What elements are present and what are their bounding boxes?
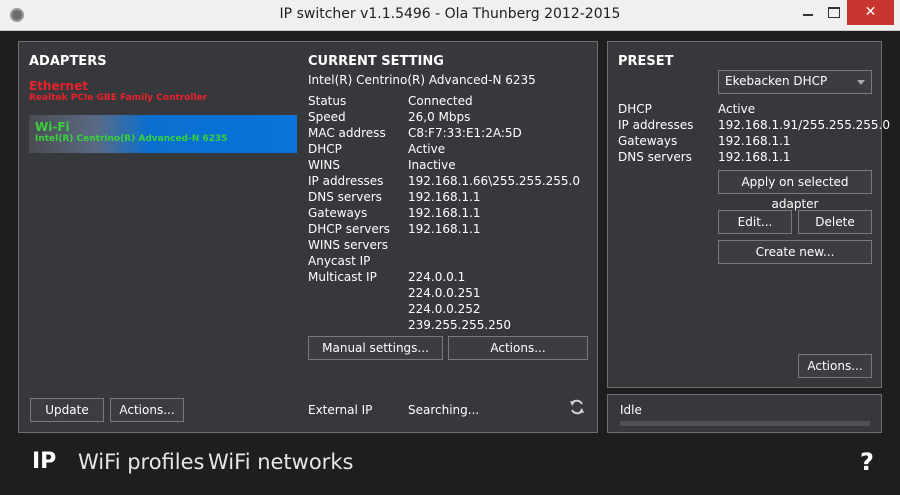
adapter-description: Realtek PCIe GBE Family Controller (29, 93, 208, 103)
chevron-down-icon (857, 80, 865, 85)
adapter-name: Ethernet (29, 79, 88, 93)
create-preset-button[interactable]: Create new... (718, 240, 872, 264)
help-icon[interactable]: ? (860, 448, 874, 476)
external-ip-label: External IP (308, 403, 373, 417)
preset-select-value: Ekebacken DHCP (725, 74, 828, 88)
refresh-icon[interactable] (568, 398, 586, 416)
setting-row: Multicast IP 224.0.0.1 (308, 269, 580, 285)
setting-key: Status (308, 94, 347, 108)
setting-key (308, 301, 408, 317)
setting-row: Gateways 192.168.1.1 (618, 133, 890, 149)
setting-value: 26,0 Mbps (408, 110, 471, 124)
setting-row: DHCP Active (618, 101, 890, 117)
setting-row: Status Connected (308, 93, 580, 109)
setting-value: 192.168.1.1 (718, 134, 791, 148)
setting-key: DNS servers (618, 150, 692, 164)
setting-key (308, 285, 408, 301)
setting-row: IP addresses 192.168.1.91/255.255.255.0 (618, 117, 890, 133)
setting-key: Anycast IP (308, 254, 371, 268)
status-progress-bar (620, 421, 870, 426)
setting-value: 192.168.1.91/255.255.255.0 (718, 118, 890, 132)
current-adapter-name: Intel(R) Centrino(R) Advanced-N 6235 (308, 73, 536, 87)
apply-preset-button[interactable]: Apply on selected adapter (718, 170, 872, 211)
close-button[interactable]: ✕ (847, 0, 894, 25)
setting-value: C8:F7:33:E1:2A:5D (408, 126, 522, 140)
setting-key: Gateways (618, 134, 678, 148)
title-bar: IP switcher v1.1.5496 - Ola Thunberg 201… (0, 0, 900, 31)
setting-key: Multicast IP (308, 270, 377, 284)
preset-panel: PRESET Ekebacken DHCP DHCP Active IP addre… (607, 41, 890, 388)
setting-key: DHCP servers (308, 222, 390, 236)
setting-value: 192.168.1.1 (718, 150, 791, 164)
setting-row: IP addresses 192.168.1.66\255.255.255.0 (308, 173, 580, 189)
manual-settings-button[interactable]: Manual settings... (308, 336, 443, 360)
setting-row: DNS servers 192.168.1.1 (308, 189, 580, 205)
preset-heading: PRESET (618, 54, 674, 69)
setting-value: Inactive (408, 158, 456, 172)
setting-value: 192.168.1.66\255.255.255.0 (408, 174, 580, 188)
setting-key: IP addresses (618, 118, 694, 132)
setting-value: 224.0.0.251 (408, 286, 481, 300)
external-ip-value: Searching... (408, 403, 480, 417)
current-setting-heading: CURRENT SETTING (308, 54, 444, 69)
adapter-ethernet[interactable]: Ethernet Realtek PCIe GBE Family Control… (29, 79, 297, 103)
preset-select[interactable]: Ekebacken DHCP (718, 70, 872, 94)
setting-row: 224.0.0.251 (308, 285, 580, 301)
adapter-name: Wi-Fi (35, 120, 70, 134)
nav-ip-tab[interactable]: IP (32, 449, 56, 474)
adapters-actions-button[interactable]: Actions... (110, 398, 184, 422)
setting-value: 192.168.1.1 (408, 206, 481, 220)
setting-row: MAC address C8:F7:33:E1:2A:5D (308, 125, 580, 141)
adapter-wifi[interactable]: Wi-Fi Intel(R) Centrino(R) Advanced-N 62… (29, 115, 297, 153)
setting-key: Speed (308, 110, 346, 124)
status-panel: Idle (607, 394, 882, 433)
preset-actions-button[interactable]: Actions... (798, 354, 872, 378)
setting-row: WINS Inactive (308, 157, 580, 173)
setting-value: 192.168.1.1 (408, 190, 481, 204)
setting-key: MAC address (308, 126, 386, 140)
setting-value: Active (408, 142, 446, 156)
adapters-heading: ADAPTERS (29, 54, 107, 69)
setting-value: 224.0.0.1 (408, 270, 466, 284)
setting-row: DHCP servers 192.168.1.1 (308, 221, 580, 237)
setting-value: 224.0.0.252 (408, 302, 481, 316)
setting-row: DHCP Active (308, 141, 580, 157)
setting-key (308, 317, 408, 333)
current-setting-list: Status Connected Speed 26,0 Mbps MAC address… (308, 93, 580, 333)
nav-wifi-profiles-tab[interactable]: WiFi profiles (78, 450, 204, 474)
setting-key: DNS servers (308, 190, 382, 204)
setting-key: DHCP (308, 142, 342, 156)
setting-row: WINS servers (308, 237, 580, 253)
delete-preset-button[interactable]: Delete (798, 210, 872, 234)
edit-preset-button[interactable]: Edit... (718, 210, 792, 234)
setting-row: 239.255.255.250 (308, 317, 580, 333)
maximize-button[interactable] (822, 0, 844, 25)
setting-row: Anycast IP (308, 253, 580, 269)
setting-row: 224.0.0.252 (308, 301, 580, 317)
minimize-button[interactable] (797, 0, 819, 25)
setting-key: WINS (308, 158, 340, 172)
current-actions-button[interactable]: Actions... (448, 336, 588, 360)
bottom-nav: IP WiFi profiles WiFi networks ? (0, 433, 900, 495)
setting-row: Speed 26,0 Mbps (308, 109, 580, 125)
main-area: ADAPTERS Ethernet Realtek PCIe GBE Famil… (0, 31, 900, 495)
adapters-panel: ADAPTERS Ethernet Realtek PCIe GBE Famil… (18, 41, 598, 433)
setting-value: Connected (408, 94, 473, 108)
preset-details-list: DHCP Active IP addresses 192.168.1.91/255.2… (618, 101, 890, 165)
setting-key: WINS servers (308, 238, 389, 252)
setting-key: DHCP (618, 102, 652, 116)
setting-key: Gateways (308, 206, 368, 220)
nav-wifi-networks-tab[interactable]: WiFi networks (208, 450, 353, 474)
window-title: IP switcher v1.1.5496 - Ola Thunberg 201… (279, 6, 621, 22)
setting-value: Active (718, 102, 756, 116)
setting-value: 239.255.255.250 (408, 318, 512, 332)
update-button[interactable]: Update (30, 398, 104, 422)
setting-key: IP addresses (308, 174, 384, 188)
setting-value: 192.168.1.1 (408, 222, 481, 236)
setting-row: Gateways 192.168.1.1 (308, 205, 580, 221)
adapter-description: Intel(R) Centrino(R) Advanced-N 6235 (35, 134, 228, 144)
status-text: Idle (620, 403, 642, 417)
setting-row: DNS servers 192.168.1.1 (618, 149, 890, 165)
